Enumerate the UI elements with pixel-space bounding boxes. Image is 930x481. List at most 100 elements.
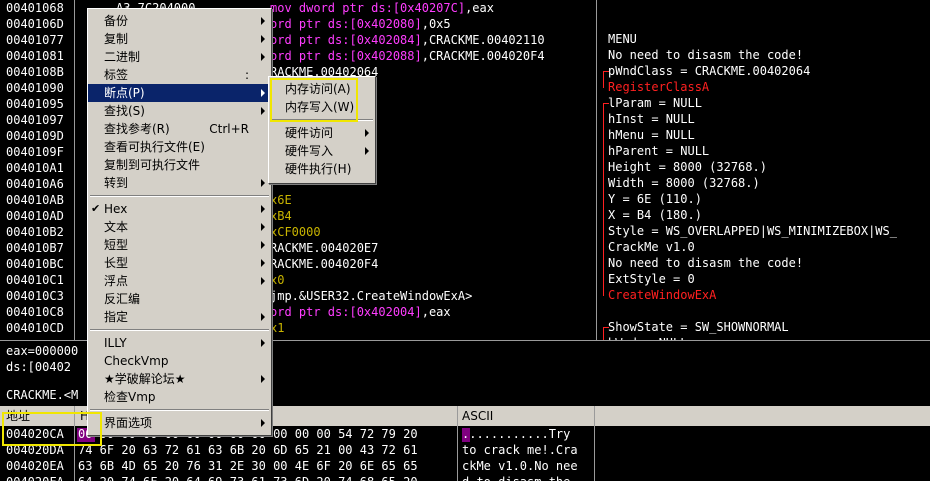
disasm-code: x0 bbox=[270, 272, 284, 288]
comments-pane[interactable]: MENU No need to disasm the code! pWndClass… bbox=[597, 0, 930, 340]
context-menu-item[interactable]: 备份 bbox=[88, 12, 271, 30]
dump-row[interactable]: 004020FA 64 20 74 6F 20 64 69 73 61 73 6D… bbox=[0, 474, 930, 481]
info-line-3: CRACKME.<M bbox=[6, 388, 79, 402]
submenu-arrow-icon bbox=[365, 129, 369, 137]
context-menu-item-label: Hex bbox=[104, 202, 128, 216]
comment-line: No need to disasm the code! bbox=[608, 48, 804, 62]
dump-hex: 63 6B 4D 65 20 76 31 2E 30 00 4E 6F 20 6… bbox=[78, 459, 418, 473]
context-menu-item[interactable]: 二进制 bbox=[88, 48, 271, 66]
context-menu-item[interactable]: ✔ Hex bbox=[88, 200, 271, 218]
context-menu-item[interactable]: 指定 bbox=[88, 308, 271, 326]
comment-line: No need to disasm the code! bbox=[608, 256, 804, 270]
disasm-code-arg: x0 bbox=[270, 273, 285, 287]
context-menu-item-label: 查找(S) bbox=[104, 104, 145, 118]
disasm-address: 004010C8 bbox=[6, 305, 64, 319]
menu-separator bbox=[90, 329, 269, 331]
dump-row[interactable]: 004020EA 63 6B 4D 65 20 76 31 2E 30 00 4E… bbox=[0, 458, 930, 474]
context-menu-item-label: 标签 bbox=[104, 68, 129, 82]
disasm-address: 004010C3 bbox=[6, 289, 64, 303]
disasm-address: 004010B7 bbox=[6, 241, 64, 255]
context-menu-item-label: 界面选项 bbox=[104, 416, 153, 430]
context-menu-item[interactable]: 断点(P) bbox=[88, 84, 271, 102]
comment-line: ExtStyle = 0 bbox=[608, 272, 695, 286]
disasm-code: ord ptr ds:[0x402004],eax bbox=[270, 304, 451, 320]
disasm-code-arg: ,CRACKME.004020F4 bbox=[421, 49, 545, 63]
context-menu-item[interactable]: 复制到可执行文件 bbox=[88, 156, 271, 174]
annotation-box-memory bbox=[270, 78, 358, 122]
context-menu-item-label: 断点(P) bbox=[104, 86, 145, 100]
comment-bracket bbox=[603, 103, 609, 296]
disasm-address: 0040109D bbox=[6, 129, 64, 143]
disasm-address: 004010BC bbox=[6, 257, 64, 271]
context-menu-item-label: 转到 bbox=[104, 176, 129, 190]
dump-ascii: to crack me!.Cra bbox=[462, 443, 578, 457]
check-icon: ✔ bbox=[91, 202, 101, 215]
comment-line: hMenu = NULL bbox=[608, 128, 695, 142]
comment-line: hParent = NULL bbox=[608, 144, 710, 158]
disasm-code-arg: xCF0000 bbox=[270, 225, 321, 239]
dump-header-ascii[interactable]: ASCII bbox=[462, 406, 493, 426]
submenu-arrow-icon bbox=[261, 223, 265, 231]
context-menu-item-label: 复制到可执行文件 bbox=[104, 158, 201, 172]
disasm-code: x6E bbox=[270, 192, 292, 208]
disasm-address: 004010B2 bbox=[6, 225, 64, 239]
dump-row[interactable]: 004020DA 74 6F 20 63 72 61 63 6B 20 6D 65… bbox=[0, 442, 930, 458]
disasm-code-arg: ,0x5 bbox=[421, 17, 451, 31]
submenu-item[interactable]: 硬件执行(H) bbox=[269, 160, 375, 178]
annotation-box-address bbox=[2, 412, 102, 446]
disasm-code: xCF0000 bbox=[270, 224, 321, 240]
context-menu-item[interactable]: 复制 bbox=[88, 30, 271, 48]
comment-line: ShowState = SW_SHOWNORMAL bbox=[608, 320, 789, 334]
context-menu-item[interactable]: 标签: bbox=[88, 66, 271, 84]
context-menu-item-label: 指定 bbox=[104, 310, 129, 324]
context-menu-item[interactable]: 检查Vmp bbox=[88, 388, 271, 406]
context-menu-item-label: 二进制 bbox=[104, 50, 141, 64]
disasm-address: 00401081 bbox=[6, 49, 64, 63]
dump-ascii: ............Try bbox=[462, 427, 578, 441]
divider-comments bbox=[596, 0, 597, 340]
context-menu: 备份 复制二进制标签: 断点(P) 查找(S) 查找参考(R) Ctrl+R 查看可执行文件… bbox=[87, 8, 272, 436]
context-menu-item[interactable]: 查找(S) bbox=[88, 102, 271, 120]
disasm-address: 004010CD bbox=[6, 321, 64, 335]
dump-ascii: d to disasm the bbox=[462, 474, 578, 481]
context-menu-item-shortcut: : bbox=[244, 68, 249, 82]
info-line-2: ds:[00402 bbox=[6, 360, 72, 374]
context-menu-item[interactable]: 长型 bbox=[88, 254, 271, 272]
comment-line: RegisterClassA bbox=[608, 80, 710, 94]
context-menu-item[interactable]: ★学破解论坛★ bbox=[88, 370, 271, 388]
disasm-code-arg: ,eax bbox=[421, 305, 451, 319]
disasm-code-arg: RACKME.004020F4 bbox=[270, 257, 379, 271]
disasm-code-arg: x1 bbox=[270, 321, 285, 335]
comment-line: Height = 8000 (32768.) bbox=[608, 160, 767, 174]
disasm-code-arg: ,eax bbox=[465, 1, 494, 15]
disasm-code-op: ord ptr ds:[0x402004] bbox=[270, 305, 422, 319]
disasm-code-arg: RACKME.004020E7 bbox=[270, 241, 379, 255]
submenu-arrow-icon bbox=[261, 419, 265, 427]
context-menu-item[interactable]: 界面选项 bbox=[88, 414, 271, 432]
submenu-item[interactable]: 硬件访问 bbox=[269, 124, 375, 142]
submenu-item[interactable]: 硬件写入 bbox=[269, 142, 375, 160]
submenu-item-label: 硬件执行(H) bbox=[285, 162, 352, 176]
disasm-address: 004010A1 bbox=[6, 161, 64, 175]
disasm-code-op: ord ptr ds:[0x402084] bbox=[270, 33, 422, 47]
submenu-arrow-icon bbox=[261, 17, 265, 25]
context-menu-item[interactable]: ILLY bbox=[88, 334, 271, 352]
disasm-code: ord ptr ds:[0x402084],CRACKME.00402110 bbox=[270, 32, 545, 48]
submenu-arrow-icon bbox=[261, 53, 265, 61]
disasm-code: x1 bbox=[270, 320, 284, 336]
context-menu-item[interactable]: 短型 bbox=[88, 236, 271, 254]
context-menu-item[interactable]: 转到 bbox=[88, 174, 271, 192]
disasm-address: 00401090 bbox=[6, 81, 64, 95]
disasm-code-arg: ,CRACKME.00402110 bbox=[421, 33, 545, 47]
context-menu-item[interactable]: 反汇编 bbox=[88, 290, 271, 308]
submenu-arrow-icon bbox=[261, 35, 265, 43]
context-menu-item[interactable]: 查看可执行文件(E) bbox=[88, 138, 271, 156]
context-menu-item[interactable]: 文本 bbox=[88, 218, 271, 236]
context-menu-item[interactable]: CheckVmp bbox=[88, 352, 271, 370]
context-menu-item[interactable]: 浮点 bbox=[88, 272, 271, 290]
comment-line: X = B4 (180.) bbox=[608, 208, 702, 222]
submenu-arrow-icon bbox=[365, 147, 369, 155]
disasm-code: mov dword ptr ds:[0x40207C],eax bbox=[270, 0, 494, 16]
comment-bracket bbox=[603, 71, 609, 88]
context-menu-item[interactable]: 查找参考(R) Ctrl+R bbox=[88, 120, 271, 138]
